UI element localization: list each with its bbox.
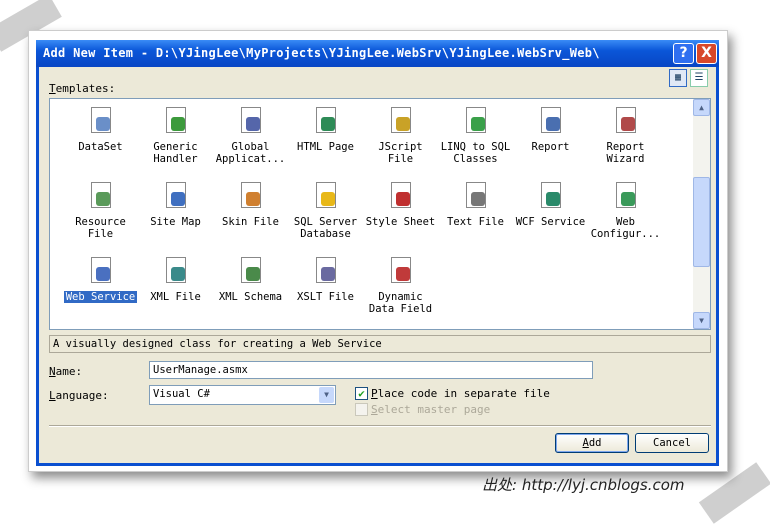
template-icon	[388, 182, 414, 212]
template-item[interactable]: Generic Handler	[138, 107, 213, 165]
template-icon	[238, 257, 264, 287]
small-icons-view-button[interactable]: ☰	[690, 69, 708, 87]
template-item[interactable]: LINQ to SQL Classes	[438, 107, 513, 165]
template-label: Skin File	[222, 216, 279, 228]
vertical-scrollbar[interactable]: ▲ ▼	[693, 99, 710, 329]
template-item[interactable]: Resource File	[63, 182, 138, 240]
template-icon	[613, 107, 639, 137]
template-icon	[538, 182, 564, 212]
template-icon	[313, 257, 339, 287]
template-item[interactable]: Web Configur...	[588, 182, 663, 240]
template-item[interactable]: XML Schema	[213, 257, 288, 303]
template-label: Web Configur...	[590, 216, 661, 240]
template-icon	[388, 257, 414, 287]
template-icon	[388, 107, 414, 137]
template-item[interactable]: Site Map	[138, 182, 213, 228]
master-page-checkbox[interactable]	[355, 403, 368, 416]
template-icon	[238, 107, 264, 137]
template-label: Report	[531, 141, 570, 153]
template-label: Dynamic Data Field	[368, 291, 433, 315]
template-icon	[463, 182, 489, 212]
name-input[interactable]: UserManage.asmx	[149, 361, 593, 379]
chevron-down-icon[interactable]: ▼	[319, 387, 334, 403]
cancel-button[interactable]: Cancel	[635, 433, 709, 453]
name-label: Name:	[49, 365, 83, 378]
template-item[interactable]: Report	[513, 107, 588, 153]
language-select[interactable]: Visual C# ▼	[149, 385, 336, 405]
template-label: XML File	[150, 291, 201, 303]
template-item[interactable]: Web Service	[63, 257, 138, 303]
template-icon	[313, 107, 339, 137]
template-label: JScript File	[378, 141, 423, 165]
dialog-title: Add New Item - D:\YJingLee\MyProjects\YJ…	[43, 46, 600, 60]
template-label: Style Sheet	[365, 216, 436, 228]
watermark: 出处: http://lyj.cnblogs.com	[482, 476, 685, 494]
template-item[interactable]: WCF Service	[513, 182, 588, 228]
title-bar[interactable]: Add New Item - D:\YJingLee\MyProjects\YJ…	[36, 40, 719, 67]
place-code-label[interactable]: Place code in separate file	[371, 387, 550, 400]
template-label: SQL Server Database	[293, 216, 358, 240]
template-label: Report Wizard	[606, 141, 645, 165]
template-item[interactable]: Report Wizard	[588, 107, 663, 165]
language-value: Visual C#	[153, 388, 210, 400]
add-button[interactable]: Add	[555, 433, 629, 453]
template-icon	[88, 182, 114, 212]
template-icon	[88, 257, 114, 287]
close-button[interactable]: X	[696, 43, 717, 64]
template-icon	[538, 107, 564, 137]
template-label: Global Applicat...	[215, 141, 286, 165]
template-label: XML Schema	[218, 291, 283, 303]
template-description: A visually designed class for creating a…	[49, 335, 711, 353]
template-label: XSLT File	[297, 291, 354, 303]
scroll-up-button[interactable]: ▲	[693, 99, 710, 116]
template-icon	[163, 182, 189, 212]
scroll-down-button[interactable]: ▼	[693, 312, 710, 329]
template-label: LINQ to SQL Classes	[440, 141, 511, 165]
template-icon	[88, 107, 114, 137]
template-icon	[238, 182, 264, 212]
template-item[interactable]: Dynamic Data Field	[363, 257, 438, 315]
language-label: Language:	[49, 389, 109, 402]
template-label: Generic Handler	[153, 141, 198, 165]
template-label: HTML Page	[297, 141, 354, 153]
template-item[interactable]: SQL Server Database	[288, 182, 363, 240]
place-code-checkbox[interactable]: ✔	[355, 387, 368, 400]
add-new-item-dialog: Add New Item - D:\YJingLee\MyProjects\YJ…	[36, 40, 719, 466]
template-label: DataSet	[78, 141, 123, 153]
template-label: Text File	[447, 216, 504, 228]
template-item[interactable]: XSLT File	[288, 257, 363, 303]
template-label: Web Service	[63, 291, 138, 303]
large-icons-view-button[interactable]: ▦	[669, 69, 687, 87]
template-icon	[613, 182, 639, 212]
template-item[interactable]: XML File	[138, 257, 213, 303]
divider	[49, 425, 711, 427]
templates-label: Templates:	[49, 82, 116, 95]
master-page-label: Select master page	[371, 403, 491, 416]
scroll-thumb[interactable]	[693, 177, 710, 267]
template-label: Resource File	[75, 216, 126, 240]
template-icon	[163, 107, 189, 137]
template-label: Site Map	[150, 216, 201, 228]
template-item[interactable]: DataSet	[63, 107, 138, 153]
template-icon	[463, 107, 489, 137]
template-item[interactable]: Text File	[438, 182, 513, 228]
template-icon	[163, 257, 189, 287]
template-item[interactable]: JScript File	[363, 107, 438, 165]
template-item[interactable]: Style Sheet	[363, 182, 438, 228]
template-label: WCF Service	[515, 216, 586, 228]
template-item[interactable]: HTML Page	[288, 107, 363, 153]
template-item[interactable]: Skin File	[213, 182, 288, 228]
template-icon	[313, 182, 339, 212]
template-item[interactable]: Global Applicat...	[213, 107, 288, 165]
help-button[interactable]: ?	[673, 43, 694, 64]
templates-list[interactable]: DataSet Generic Handler Global Applicat...…	[49, 98, 711, 330]
